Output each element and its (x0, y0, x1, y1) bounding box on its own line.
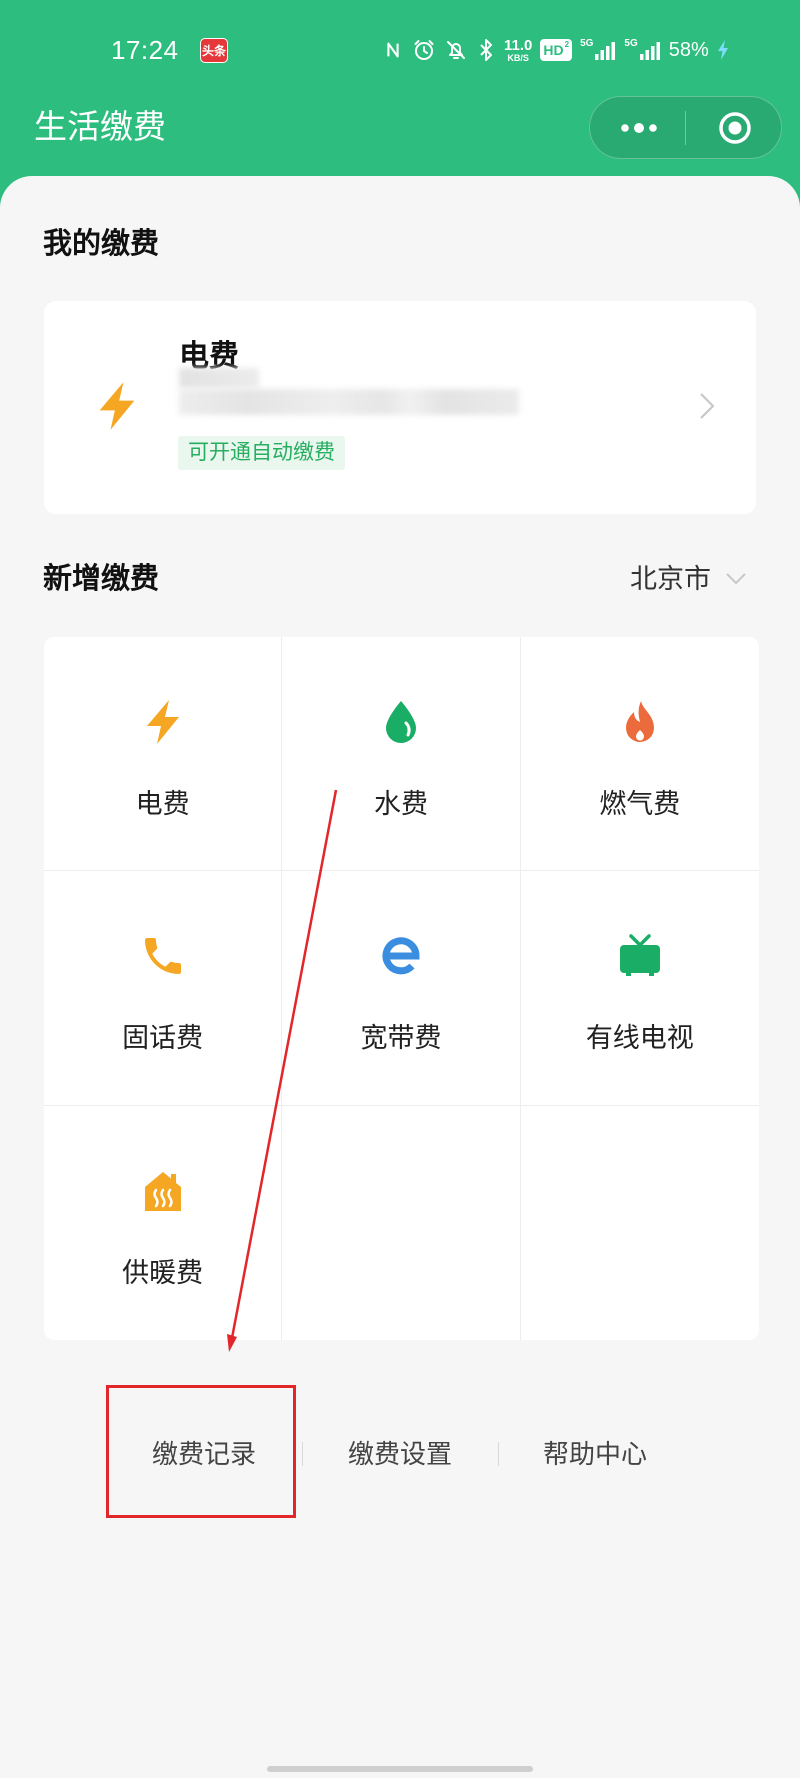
water-drop-icon (377, 698, 425, 746)
annotation-box (106, 1385, 296, 1518)
bill-type-landline[interactable]: 固话费 (44, 871, 283, 1106)
signal-icon (595, 42, 616, 60)
bill-type-water[interactable]: 水费 (282, 637, 521, 872)
bill-type-label: 固话费 (122, 1023, 204, 1054)
grid-cell-empty (282, 1105, 521, 1340)
battery-level: 58% (668, 39, 709, 61)
tv-icon (616, 932, 664, 980)
home-indicator[interactable] (267, 1766, 533, 1772)
bill-type-label: 水费 (373, 789, 428, 819)
redacted-account-info (179, 368, 259, 388)
bill-type-electricity[interactable]: 电费 (44, 637, 283, 872)
bill-type-broadband[interactable]: 宽带费 (282, 871, 521, 1106)
mini-program-capsule (589, 96, 782, 159)
network-speed-value: 11.0 (504, 36, 533, 54)
redacted-account-info (179, 389, 519, 415)
more-button[interactable] (608, 107, 670, 149)
bill-type-label: 供暖费 (122, 1257, 204, 1288)
lightning-icon (91, 380, 143, 432)
bill-type-label: 电费 (135, 789, 190, 819)
sim1-label: 5G (580, 38, 594, 49)
link-help-center[interactable]: 帮助中心 (535, 1437, 655, 1471)
sim2-signal: 5G (624, 39, 660, 61)
chevron-right-icon (700, 393, 715, 419)
bell-off-icon (447, 41, 465, 59)
link-payment-settings[interactable]: 缴费设置 (340, 1437, 460, 1471)
capsule-divider (685, 111, 686, 145)
bill-type-heating[interactable]: 供暖费 (44, 1105, 283, 1340)
charging-icon (717, 40, 728, 60)
status-icons: 11.0 KB/S HD 2 5G 5G 58% (382, 33, 729, 67)
flame-icon (616, 698, 664, 746)
close-button[interactable] (705, 104, 765, 152)
my-bills-heading: 我的缴费 (43, 228, 160, 260)
hd-sub: 2 (564, 40, 570, 49)
page-title: 生活缴费 (34, 108, 166, 145)
footer-separator (302, 1442, 303, 1466)
target-icon (719, 112, 751, 144)
status-time: 17:24 (111, 35, 179, 65)
signal-icon (639, 42, 660, 60)
new-bills-heading: 新增缴费 (43, 563, 160, 595)
bluetooth-icon (480, 39, 492, 61)
broadband-e-icon (377, 932, 425, 980)
auto-pay-tag[interactable]: 可开通自动缴费 (178, 436, 345, 470)
sim2-label: 5G (624, 38, 638, 49)
bill-type-label: 宽带费 (360, 1023, 442, 1054)
nfc-icon (387, 42, 399, 58)
network-speed: 11.0 KB/S (504, 38, 532, 63)
chevron-down-icon (726, 573, 746, 585)
bill-type-gas[interactable]: 燃气费 (520, 637, 759, 872)
bill-type-grid: 电费 水费 燃气费 固话费 宽带费 有线电视 供暖费 (44, 637, 759, 1340)
network-speed-unit: KB/S (507, 52, 529, 63)
more-dots-icon (621, 123, 657, 133)
toutiao-app-badge: 头条 (200, 38, 228, 63)
hd-badge: HD 2 (540, 39, 573, 61)
bill-type-label: 有线电视 (585, 1023, 694, 1054)
footer-separator (498, 1442, 499, 1466)
heating-icon (139, 1167, 187, 1215)
sim1-signal: 5G (580, 39, 616, 61)
city-name: 北京市 (630, 564, 711, 594)
hd-label: HD (543, 42, 564, 58)
grid-cell-empty (521, 1106, 759, 1340)
city-selector[interactable]: 北京市 (630, 560, 747, 598)
app-screen: 17:24 头条 11.0 KB/S HD 2 5G 5G 58% 生活缴费 我… (0, 0, 800, 1778)
bill-type-label: 燃气费 (599, 789, 681, 819)
bill-type-cable-tv[interactable]: 有线电视 (520, 871, 759, 1106)
lightning-icon (139, 698, 187, 746)
phone-icon (139, 932, 187, 980)
bill-card-electricity[interactable]: 电费 可开通自动缴费 (44, 301, 756, 514)
alarm-icon (414, 40, 434, 60)
